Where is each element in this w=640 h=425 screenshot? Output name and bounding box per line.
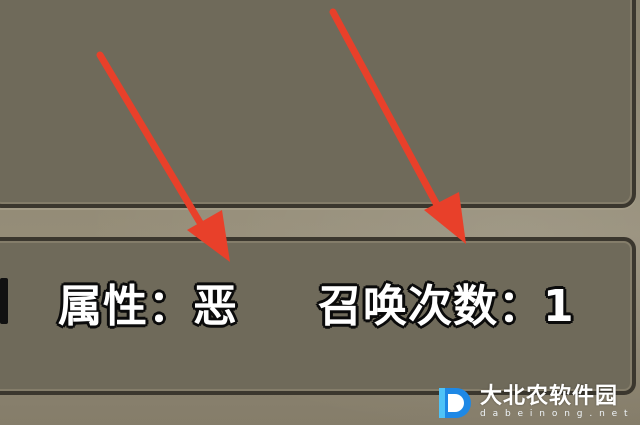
annotation-arrows	[96, 8, 466, 262]
red-arrow-icon	[329, 8, 466, 244]
watermark-domain: d a b e i n o n g . n e t	[480, 409, 630, 419]
watermark-logo-icon	[439, 387, 471, 418]
watermark: 大北农软件园 d a b e i n o n g . n e t	[436, 380, 640, 425]
watermark-name: 大北农软件园	[480, 384, 619, 409]
red-arrow-icon	[96, 51, 230, 262]
